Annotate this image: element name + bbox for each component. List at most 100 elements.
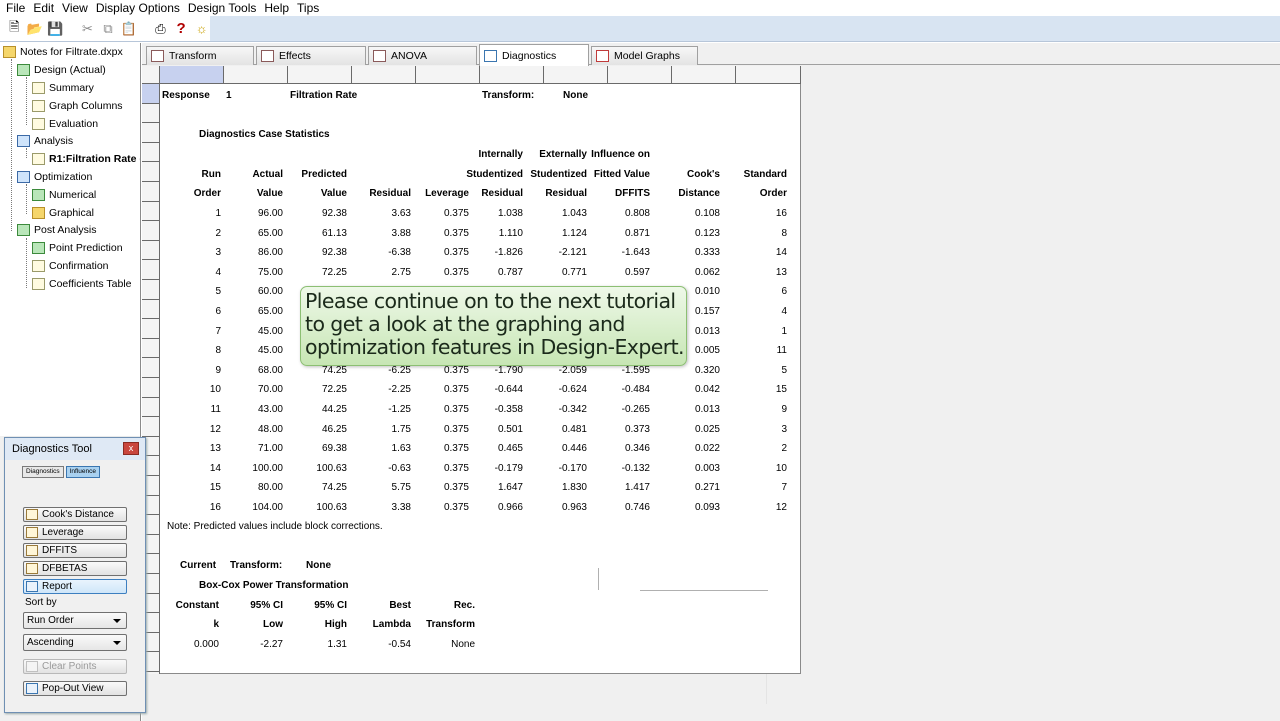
tab-diagnostics-mode[interactable]: Diagnostics — [22, 466, 64, 478]
table-cell: -1.595 — [621, 364, 650, 376]
grid-row-header[interactable] — [142, 319, 159, 339]
clear-points-button[interactable]: Clear Points — [23, 659, 127, 674]
menu-design-tools[interactable]: Design Tools — [186, 1, 262, 15]
table-cell: -0.644 — [494, 384, 523, 396]
tree-item-optimization[interactable]: Optimization — [17, 169, 92, 185]
table-cell: 5.75 — [391, 482, 411, 494]
grid-row-header[interactable] — [142, 143, 159, 163]
grid-column-header[interactable] — [288, 66, 352, 84]
table-cell: 0.808 — [624, 208, 650, 219]
table-cell: 80.00 — [257, 482, 283, 494]
tab-label: Diagnostics — [502, 49, 557, 62]
table-cell: 86.00 — [257, 247, 283, 259]
menu-edit[interactable]: Edit — [31, 1, 60, 15]
grid-row-header[interactable] — [142, 300, 159, 320]
grid-column-header[interactable] — [352, 66, 416, 84]
grid-row-header[interactable] — [142, 104, 159, 124]
menu-display-options[interactable]: Display Options — [94, 1, 186, 15]
cooks-distance-button[interactable]: Cook's Distance — [23, 507, 127, 522]
table-cell: 1 — [215, 208, 221, 219]
tree-item-graphical[interactable]: Graphical — [32, 205, 94, 221]
tree-item-coefficients-table[interactable]: Coefficients Table — [32, 276, 132, 292]
table-cell: 11 — [776, 345, 787, 357]
menu-tips[interactable]: Tips — [295, 1, 325, 15]
grid-row-header[interactable] — [142, 398, 159, 418]
grid-row-header[interactable] — [142, 202, 159, 222]
menu-file[interactable]: File — [4, 1, 31, 15]
grid-row-header[interactable] — [142, 241, 159, 261]
table-cell: 6 — [215, 306, 221, 317]
tab-anova[interactable]: ANOVA — [368, 46, 477, 65]
leverage-button[interactable]: Leverage — [23, 525, 127, 540]
grid-row-header[interactable] — [142, 358, 159, 378]
grid-row-header[interactable] — [142, 339, 159, 359]
grid-column-header[interactable] — [224, 66, 288, 84]
grid-column-header[interactable] — [416, 66, 480, 84]
print-icon[interactable]: ⎙ — [152, 20, 169, 38]
table-cell: 1.043 — [561, 208, 587, 219]
tree-item-label: Point Prediction — [49, 242, 123, 254]
tree-item-evaluation[interactable]: Evaluation — [32, 116, 98, 132]
grid-column-header[interactable] — [480, 66, 544, 84]
copy-icon[interactable]: ⧉ — [100, 20, 117, 38]
close-icon[interactable]: x — [123, 442, 139, 455]
tab-diagnostics[interactable]: Diagnostics — [479, 44, 589, 66]
grid-row-header[interactable] — [142, 280, 159, 300]
tree-item-design[interactable]: Design (Actual) — [17, 62, 106, 78]
table-cell: 0.005 — [694, 345, 720, 357]
tree-item-summary[interactable]: Summary — [32, 80, 94, 96]
new-file-icon[interactable]: 🗎 — [6, 19, 23, 38]
grid-column-header[interactable] — [736, 66, 801, 84]
tree-item-numerical[interactable]: Numerical — [32, 187, 96, 203]
grid-row-header[interactable] — [142, 221, 159, 241]
column-header: Residual — [369, 188, 411, 200]
table-cell: 100.63 — [316, 502, 347, 513]
open-folder-icon[interactable]: 📂 — [27, 20, 44, 38]
dfbetas-button[interactable]: DFBETAS — [23, 561, 127, 576]
dffits-button[interactable]: DFFITS — [23, 543, 127, 558]
tree-item-point-prediction[interactable]: Point Prediction — [32, 240, 123, 256]
grid-column-header[interactable] — [608, 66, 672, 84]
paste-icon[interactable]: 📋 — [120, 20, 137, 38]
table-cell: 46.25 — [321, 423, 347, 435]
grid-column-header[interactable] — [544, 66, 608, 84]
tree-item-analysis[interactable]: Analysis — [17, 133, 73, 149]
tab-transform[interactable]: Transform — [146, 46, 254, 65]
graph-columns-icon — [32, 100, 45, 112]
tab-influence-mode[interactable]: Influence — [65, 466, 100, 478]
save-icon[interactable]: 💾 — [47, 20, 64, 38]
tree-root-label: Notes for Filtrate.dxpx — [20, 46, 123, 58]
grid-row-header[interactable] — [142, 162, 159, 182]
tree-item-post-analysis[interactable]: Post Analysis — [17, 222, 96, 238]
tab-effects[interactable]: Effects — [256, 46, 366, 65]
cut-icon[interactable]: ✂ — [79, 20, 96, 38]
sort-by-label: Sort by — [25, 597, 57, 608]
tree-item-graph-columns[interactable]: Graph Columns — [32, 98, 123, 114]
anova-icon — [373, 50, 386, 62]
table-cell: 11 — [210, 404, 221, 415]
grid-row-header[interactable] — [142, 84, 159, 104]
tree-item-r1-filtration-rate[interactable]: R1:Filtration Rate ( — [32, 151, 140, 167]
menu-view[interactable]: View — [60, 1, 94, 15]
menu-help[interactable]: Help — [262, 1, 295, 15]
tip-lightbulb-icon[interactable]: ☼ — [193, 20, 210, 38]
grid-row-header[interactable] — [142, 123, 159, 143]
summary-icon — [32, 82, 45, 94]
grid-column-header[interactable] — [672, 66, 736, 84]
sort-direction-dropdown[interactable]: Ascending — [23, 634, 127, 651]
report-button[interactable]: Report — [23, 579, 127, 594]
tree-root-file[interactable]: Notes for Filtrate.dxpx — [3, 44, 123, 60]
grid-corner[interactable] — [142, 66, 160, 84]
diagnostics-tool-title: Diagnostics Tool — [12, 443, 92, 455]
grid-row-header[interactable] — [142, 378, 159, 398]
tree-item-confirmation[interactable]: Confirmation — [32, 258, 109, 274]
diagnostics-tool-titlebar[interactable]: Diagnostics Tool x — [5, 438, 145, 460]
grid-row-header[interactable] — [142, 417, 159, 437]
grid-row-header[interactable] — [142, 260, 159, 280]
tab-model-graphs[interactable]: Model Graphs — [591, 46, 698, 65]
help-icon[interactable]: ? — [173, 20, 190, 38]
grid-column-header[interactable] — [160, 66, 224, 84]
pop-out-view-button[interactable]: Pop-Out View — [23, 681, 127, 696]
grid-row-header[interactable] — [142, 182, 159, 202]
sort-field-dropdown[interactable]: Run Order — [23, 612, 127, 629]
